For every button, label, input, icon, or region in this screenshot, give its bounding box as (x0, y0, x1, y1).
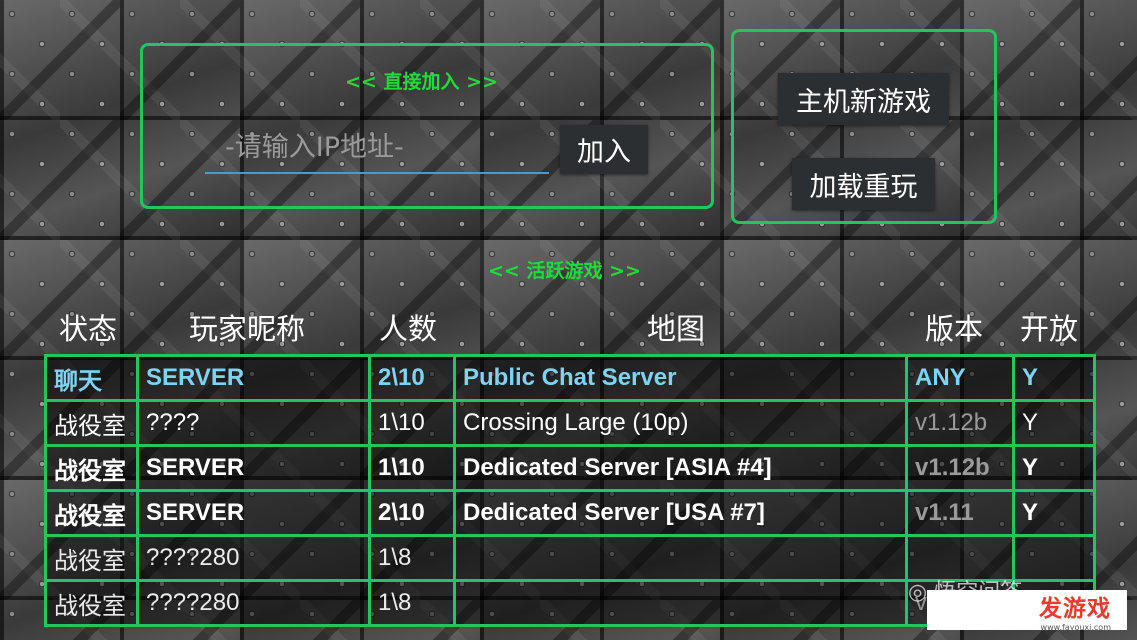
column-header-map: 地图 (647, 312, 706, 346)
column-header-players: 人数 (379, 312, 438, 346)
cell-status: 战役室 (44, 489, 139, 537)
ip-address-input[interactable] (205, 122, 549, 174)
cell-players: 1\10 (368, 399, 456, 447)
active-games-title: << 活跃游戏 >> (488, 260, 641, 282)
column-header-version: 版本 (925, 312, 984, 346)
cell-nickname: SERVER (136, 489, 371, 537)
cell-nickname: SERVER (136, 354, 371, 402)
direct-join-title: << 直接加入 >> (345, 71, 498, 93)
cell-players: 2\10 (368, 354, 456, 402)
cell-status: 战役室 (44, 534, 139, 582)
column-header-status: 状态 (59, 312, 118, 346)
cell-nickname: SERVER (136, 444, 371, 492)
game-row[interactable]: 聊天 SERVER 2\10 Public Chat Server ANY Y (44, 354, 1096, 402)
cell-status: 战役室 (44, 579, 139, 627)
cell-players: 1\10 (368, 444, 456, 492)
cell-map: Dedicated Server [USA #7] (453, 489, 908, 537)
cell-nickname: ????280 (136, 579, 371, 627)
join-button[interactable]: 加入 (560, 125, 648, 174)
cell-players: 1\8 (368, 579, 456, 627)
cell-nickname: ????280 (136, 534, 371, 582)
cell-status: 战役室 (44, 399, 139, 447)
cell-players: 1\8 (368, 534, 456, 582)
column-header-open: 开放 (1020, 312, 1079, 346)
site-watermark: 发游戏 www.fayouxi.com (927, 590, 1127, 632)
column-header-nickname: 玩家昵称 (189, 312, 306, 346)
game-row[interactable]: 战役室 SERVER 1\10 Dedicated Server [ASIA #… (44, 444, 1096, 492)
cell-open: Y (1012, 444, 1096, 492)
cell-map (453, 579, 908, 627)
watermark-title: 发游戏 (1039, 595, 1111, 622)
load-replay-button[interactable]: 加载重玩 (792, 158, 935, 210)
cell-status: 战役室 (44, 444, 139, 492)
game-row[interactable]: 战役室 SERVER 2\10 Dedicated Server [USA #7… (44, 489, 1096, 537)
cell-version: v1.12b (905, 399, 1015, 447)
cell-nickname: ???? (136, 399, 371, 447)
cell-open: Y (1012, 354, 1096, 402)
cell-open: Y (1012, 399, 1096, 447)
cell-map (453, 534, 908, 582)
cell-open (1012, 534, 1096, 582)
cell-open: Y (1012, 489, 1096, 537)
cell-map: Public Chat Server (453, 354, 908, 402)
cell-version: v1.11 (905, 489, 1015, 537)
host-new-game-button[interactable]: 主机新游戏 (778, 73, 949, 125)
cell-map: Crossing Large (10p) (453, 399, 908, 447)
watermark-url: www.fayouxi.com (1040, 622, 1111, 632)
game-row[interactable]: 战役室 ???? 1\10 Crossing Large (10p) v1.12… (44, 399, 1096, 447)
cell-version: v1.12b (905, 444, 1015, 492)
cell-status: 聊天 (44, 354, 139, 402)
cell-players: 2\10 (368, 489, 456, 537)
cell-map: Dedicated Server [ASIA #4] (453, 444, 908, 492)
cell-version: ANY (905, 354, 1015, 402)
